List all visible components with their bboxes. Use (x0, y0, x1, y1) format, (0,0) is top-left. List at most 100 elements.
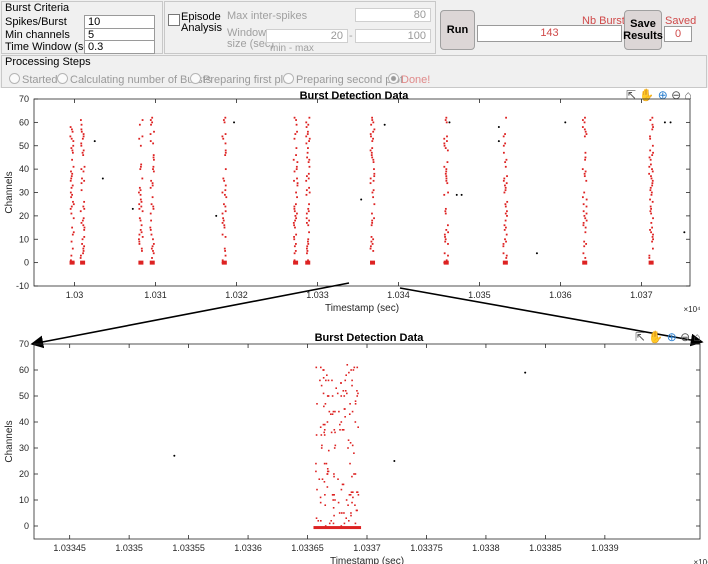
max-inter-spikes-input[interactable]: 80 (355, 8, 431, 22)
step-second-plot: Preparing second plot (283, 73, 403, 86)
spike-point (72, 140, 75, 142)
spike-point (503, 177, 506, 180)
spike-point (344, 408, 346, 410)
x-tick-label: 1.03375 (410, 543, 443, 553)
spike-point (354, 522, 357, 525)
results-label: Results (623, 30, 663, 42)
spike-point (504, 238, 506, 241)
spike-point (353, 473, 355, 475)
max-inter-spikes-label: Max inter-spikes (227, 10, 308, 22)
window-min-input[interactable]: 20 (266, 29, 348, 43)
spike-point (445, 177, 448, 180)
radio-selected-icon[interactable] (388, 73, 399, 84)
spike-point (83, 236, 86, 238)
spike-point (82, 250, 85, 252)
spike-point (138, 203, 141, 206)
spike-point (308, 203, 310, 206)
radio-icon[interactable] (283, 73, 294, 84)
spike-point (372, 238, 375, 241)
spikes-per-burst-input[interactable]: 10 (84, 15, 155, 29)
spike-point (324, 494, 326, 496)
spike-point (583, 214, 586, 217)
spike-point (584, 158, 586, 161)
spike-point (324, 504, 327, 506)
spike-point (651, 170, 654, 173)
spike-point (356, 491, 359, 493)
spike-point (315, 366, 318, 369)
spike-point (651, 200, 654, 203)
episode-analysis-checkbox[interactable] (168, 14, 180, 26)
spike-point (293, 224, 295, 227)
spike-point (350, 512, 352, 514)
spike-point (584, 170, 587, 173)
spike-point (585, 198, 588, 201)
spike-point (447, 254, 449, 257)
spike-point (443, 165, 446, 168)
spike-point (305, 217, 308, 220)
spike-point (648, 254, 651, 257)
spike-point (325, 379, 327, 382)
spike-point (152, 156, 155, 159)
spike-point (293, 207, 296, 210)
spike-point (308, 140, 310, 142)
spike-point (80, 144, 83, 147)
spike-point (139, 198, 142, 201)
time-window-input[interactable]: 0.3 (84, 40, 155, 54)
spike-point (295, 154, 297, 156)
x-multiplier-label: ×10⁴ (693, 558, 708, 564)
spike-point (72, 200, 74, 203)
spike-point (343, 395, 346, 397)
spike-point (369, 245, 372, 248)
spike-point (340, 488, 343, 491)
spike-point (373, 172, 376, 175)
y-tick-label: 10 (19, 495, 29, 505)
spike-point (354, 504, 356, 506)
spike-point (223, 179, 226, 182)
step-calculating: Calculating number of Bursts (57, 73, 211, 86)
spike-point (150, 203, 153, 206)
spike-point (222, 219, 225, 222)
spike-point (502, 151, 505, 154)
spike-point (141, 210, 144, 213)
spike-point (308, 191, 311, 194)
spike-point (371, 191, 374, 194)
save-results-button[interactable]: Save Results (623, 10, 663, 50)
spike-point (652, 126, 654, 128)
spike-point (320, 447, 323, 449)
spike-point (324, 525, 327, 527)
spike-point (444, 238, 447, 241)
spike-point (307, 259, 309, 262)
spike-point (502, 245, 505, 248)
spike-point (83, 226, 86, 229)
spike-point (585, 212, 588, 215)
spike-point (504, 133, 506, 135)
spike-point (140, 200, 143, 203)
spike-point (294, 133, 297, 135)
spike-point (352, 369, 355, 371)
spike-point (338, 410, 340, 413)
spike-point (505, 158, 508, 161)
spike-point (83, 207, 86, 210)
spike-point (71, 151, 74, 154)
spike-point (357, 494, 360, 496)
window-max-input[interactable]: 100 (355, 29, 431, 43)
spike-point (372, 121, 375, 124)
spike-point (370, 154, 373, 156)
spike-point (585, 179, 588, 182)
spike-point (334, 499, 336, 501)
spike-point (294, 219, 296, 222)
spike-point (296, 177, 298, 180)
radio-icon[interactable] (190, 73, 201, 84)
nonburst-point (683, 231, 686, 234)
spike-point (296, 161, 299, 164)
spike-point (504, 219, 507, 222)
spike-point (651, 123, 654, 126)
radio-icon[interactable] (57, 73, 68, 84)
spike-point (338, 512, 341, 514)
spike-point (224, 210, 227, 213)
run-button[interactable]: Run (440, 10, 475, 50)
spike-point (292, 221, 295, 224)
radio-icon[interactable] (9, 73, 20, 84)
spike-point (444, 210, 447, 213)
spike-point (370, 135, 372, 138)
